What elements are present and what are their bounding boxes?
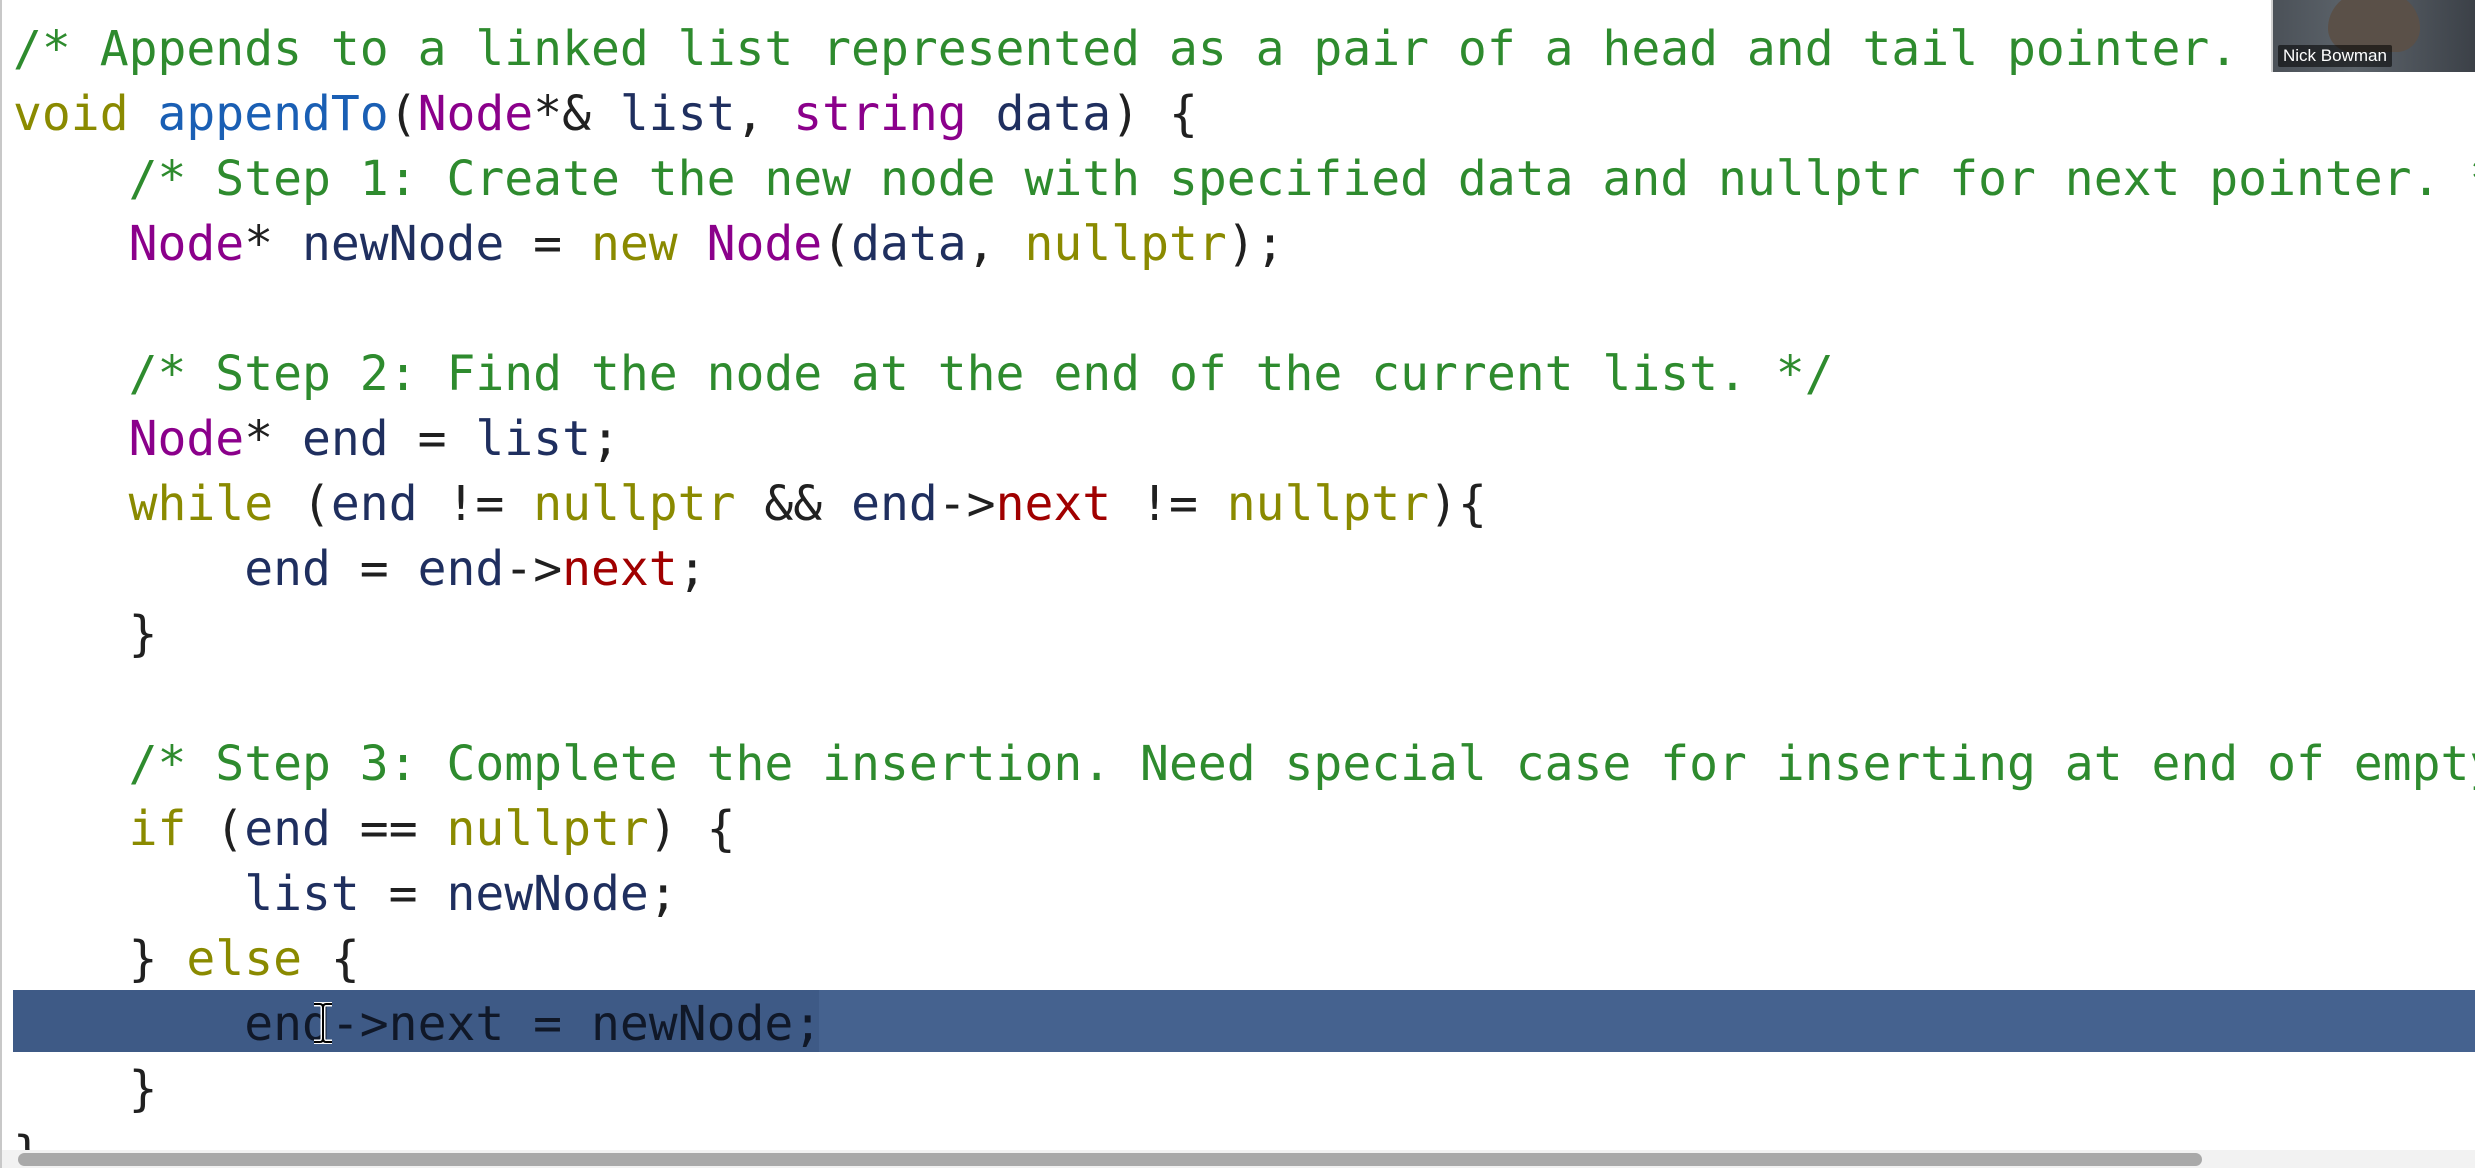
participant-name-label: Nick Bowman [2278, 45, 2392, 67]
code-token-punct: ( [215, 801, 245, 857]
code-token-punct: ); [1226, 216, 1285, 272]
code-token-keyword: while [13, 476, 302, 532]
code-line[interactable]: Node* end = list; [13, 407, 620, 472]
code-token-punct: } [13, 931, 187, 987]
code-token-var: end [330, 476, 418, 532]
code-line[interactable]: void appendTo(Node*& list, string data) … [13, 82, 1198, 147]
code-token-keyword: nullptr [446, 801, 649, 857]
code-line[interactable]: while (end != nullptr && end->next != nu… [13, 472, 1487, 537]
code-token-punct: * [244, 411, 302, 467]
code-token-punct: -> [504, 541, 563, 597]
code-token-type: string [793, 86, 996, 142]
code-line[interactable]: } [13, 1057, 158, 1122]
code-token-type: Node [706, 216, 823, 272]
code-token-var: end [417, 541, 505, 597]
code-token-comment: /* Appends to a linked list represented … [13, 21, 2325, 77]
code-line[interactable]: list = newNode; [13, 862, 678, 927]
text-cursor-icon [314, 1002, 332, 1044]
code-token-var: data [995, 86, 1112, 142]
code-token-var: list [475, 411, 591, 467]
code-token-keyword: if [13, 801, 216, 857]
code-line[interactable]: /* Step 2: Find the node at the end of t… [13, 342, 1834, 407]
code-token-var: newNode [301, 216, 505, 272]
scrollbar-thumb[interactable] [18, 1153, 2202, 1166]
code-token-punct: -> [937, 476, 996, 532]
code-token-punct: ( [301, 476, 331, 532]
code-token-var: list [619, 86, 736, 142]
code-token-punct: } [13, 1061, 158, 1117]
code-token-punct: ; [677, 541, 707, 597]
code-token-comment: /* Step 2: Find the node at the end of t… [13, 346, 1834, 402]
code-token-punct: = [330, 541, 418, 597]
code-line[interactable]: if (end == nullptr) { [13, 797, 736, 862]
code-token-comment: /* Step 3: Complete the insertion. Need … [128, 736, 2475, 792]
code-line[interactable]: Node* newNode = new Node(data, nullptr); [13, 212, 1285, 277]
code-token-punct: ){ [1429, 476, 1487, 532]
code-token-punct: *& [533, 86, 620, 142]
code-token-punct: && [735, 476, 852, 532]
code-token-comment: /* Step 1: Create the new node with spec… [13, 151, 2475, 207]
code-line[interactable]: /* Appends to a linked list represented … [13, 17, 2325, 82]
code-line[interactable]: end->next = newNode; [13, 992, 822, 1057]
code-token-keyword: nullptr [1024, 216, 1227, 272]
code-token-punct: { [330, 931, 360, 987]
code-token-type: Node [13, 411, 245, 467]
code-line[interactable]: /* Step 3: Complete the insertion. Need … [13, 732, 2475, 797]
code-editor[interactable]: /* Appends to a linked list represented … [0, 0, 2475, 1168]
code-token-func: appendTo [157, 86, 389, 142]
code-token-var: newNode [446, 866, 649, 922]
code-token-punct: ) { [648, 801, 736, 857]
code-line[interactable]: } else { [13, 927, 360, 992]
code-token-punct: != [417, 476, 534, 532]
code-token-var: end [851, 476, 938, 532]
code-line[interactable]: } [13, 602, 158, 667]
code-token-keyword: new [590, 216, 707, 272]
code-token-member: next [995, 476, 1112, 532]
code-token-punct: ) { [1111, 86, 1198, 142]
code-token-punct: ( [388, 86, 418, 142]
code-token-var: end [301, 411, 389, 467]
code-token-punct: = [388, 411, 476, 467]
code-token-punct: ( [822, 216, 852, 272]
code-token-type: Node [417, 86, 534, 142]
code-token-punct: * [244, 216, 302, 272]
code-token-var: list [13, 866, 360, 922]
code-token-punct: , [735, 86, 794, 142]
code-token-var: end [13, 541, 331, 597]
code-token-var: data [851, 216, 967, 272]
code-token-punct: = [504, 216, 591, 272]
code-token-var: end->next = newNode; [13, 996, 823, 1052]
code-token-punct: ; [590, 411, 620, 467]
code-token-punct: != [1111, 476, 1227, 532]
code-token-punct: , [966, 216, 1025, 272]
code-token-type: Node [13, 216, 245, 272]
code-token-var: end [244, 801, 331, 857]
code-token-keyword: nullptr [1226, 476, 1430, 532]
code-line[interactable]: end = end->next; [13, 537, 707, 602]
webcam-video-tile[interactable]: Nick Bowman [2271, 0, 2475, 72]
code-token-punct: } [13, 606, 158, 662]
code-token-keyword: else [186, 931, 331, 987]
code-token-punct: ; [648, 866, 678, 922]
code-token-punct: = [359, 866, 447, 922]
code-token-keyword: void [13, 86, 158, 142]
code-token-punct: == [330, 801, 447, 857]
code-token-keyword: nullptr [533, 476, 736, 532]
code-token-member: next [562, 541, 678, 597]
code-line[interactable]: /* Step 1: Create the new node with spec… [13, 147, 2475, 212]
